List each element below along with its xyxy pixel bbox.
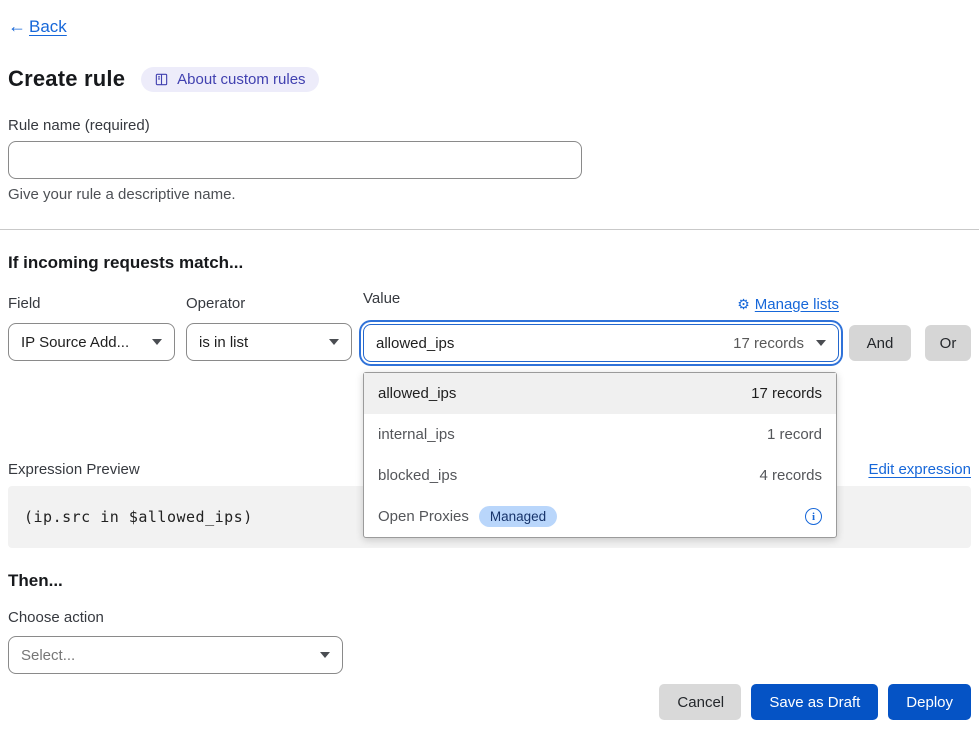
manage-lists-link[interactable]: ⚙ Manage lists: [737, 296, 839, 313]
list-item-records: 1 record: [767, 426, 822, 443]
list-dropdown-panel: allowed_ips 17 records internal_ips 1 re…: [363, 372, 837, 538]
condition-row: Field IP Source Add... Operator is in li…: [8, 295, 971, 362]
field-label: Field: [8, 295, 175, 312]
gear-icon: ⚙: [737, 297, 750, 311]
chevron-down-icon: [152, 339, 162, 345]
about-custom-rules-label: About custom rules: [177, 71, 305, 88]
operator-select[interactable]: is in list: [186, 323, 352, 361]
page-title: Create rule: [8, 66, 125, 92]
expression-code: (ip.src in $allowed_ips): [24, 508, 253, 526]
field-select[interactable]: IP Source Add...: [8, 323, 175, 361]
operator-label: Operator: [186, 295, 352, 312]
action-select-placeholder: Select...: [21, 647, 310, 664]
then-section-heading: Then...: [8, 571, 971, 591]
about-custom-rules-link[interactable]: About custom rules: [141, 67, 318, 92]
action-select[interactable]: Select...: [8, 636, 343, 674]
list-item-open-proxies[interactable]: Open Proxies Managed i: [364, 496, 836, 537]
back-link[interactable]: ←Back: [8, 16, 67, 37]
match-section-heading: If incoming requests match...: [8, 253, 971, 273]
value-select-meta: 17 records: [733, 335, 804, 352]
list-item-blocked-ips[interactable]: blocked_ips 4 records: [364, 455, 836, 496]
chevron-down-icon: [816, 340, 826, 346]
value-select-value: allowed_ips: [376, 335, 733, 352]
managed-badge: Managed: [479, 506, 557, 527]
deploy-button[interactable]: Deploy: [888, 684, 971, 720]
list-item-records: 4 records: [759, 467, 822, 484]
rule-name-helper-text: Give your rule a descriptive name.: [8, 186, 971, 203]
back-arrow-icon: ←: [8, 16, 26, 37]
operator-select-value: is in list: [199, 334, 319, 351]
list-item-name: blocked_ips: [378, 467, 457, 484]
chevron-down-icon: [329, 339, 339, 345]
list-item-records: 17 records: [751, 385, 822, 402]
save-as-draft-button[interactable]: Save as Draft: [751, 684, 878, 720]
field-select-value: IP Source Add...: [21, 334, 142, 351]
list-item-internal-ips[interactable]: internal_ips 1 record: [364, 414, 836, 455]
manage-lists-label: Manage lists: [755, 296, 839, 313]
and-button[interactable]: And: [849, 325, 911, 361]
list-item-name: internal_ips: [378, 426, 455, 443]
edit-expression-link[interactable]: Edit expression: [868, 461, 971, 478]
section-divider: [0, 229, 979, 230]
value-select[interactable]: allowed_ips 17 records: [363, 324, 839, 362]
cancel-button[interactable]: Cancel: [659, 684, 741, 720]
choose-action-label: Choose action: [8, 609, 971, 626]
value-label: Value: [363, 290, 400, 307]
chevron-down-icon: [320, 652, 330, 658]
list-item-allowed-ips[interactable]: allowed_ips 17 records: [364, 373, 836, 414]
list-item-name: Open Proxies: [378, 508, 469, 525]
rule-name-label: Rule name (required): [8, 117, 971, 134]
or-button[interactable]: Or: [925, 325, 971, 361]
footer-actions: Cancel Save as Draft Deploy: [659, 684, 971, 720]
rule-name-input[interactable]: [8, 141, 582, 179]
back-link-label: Back: [29, 17, 67, 37]
title-row: Create rule About custom rules: [8, 66, 971, 92]
expression-preview-label: Expression Preview: [8, 461, 140, 478]
list-item-name: allowed_ips: [378, 385, 456, 402]
book-icon: [154, 72, 169, 87]
info-icon[interactable]: i: [805, 508, 822, 525]
